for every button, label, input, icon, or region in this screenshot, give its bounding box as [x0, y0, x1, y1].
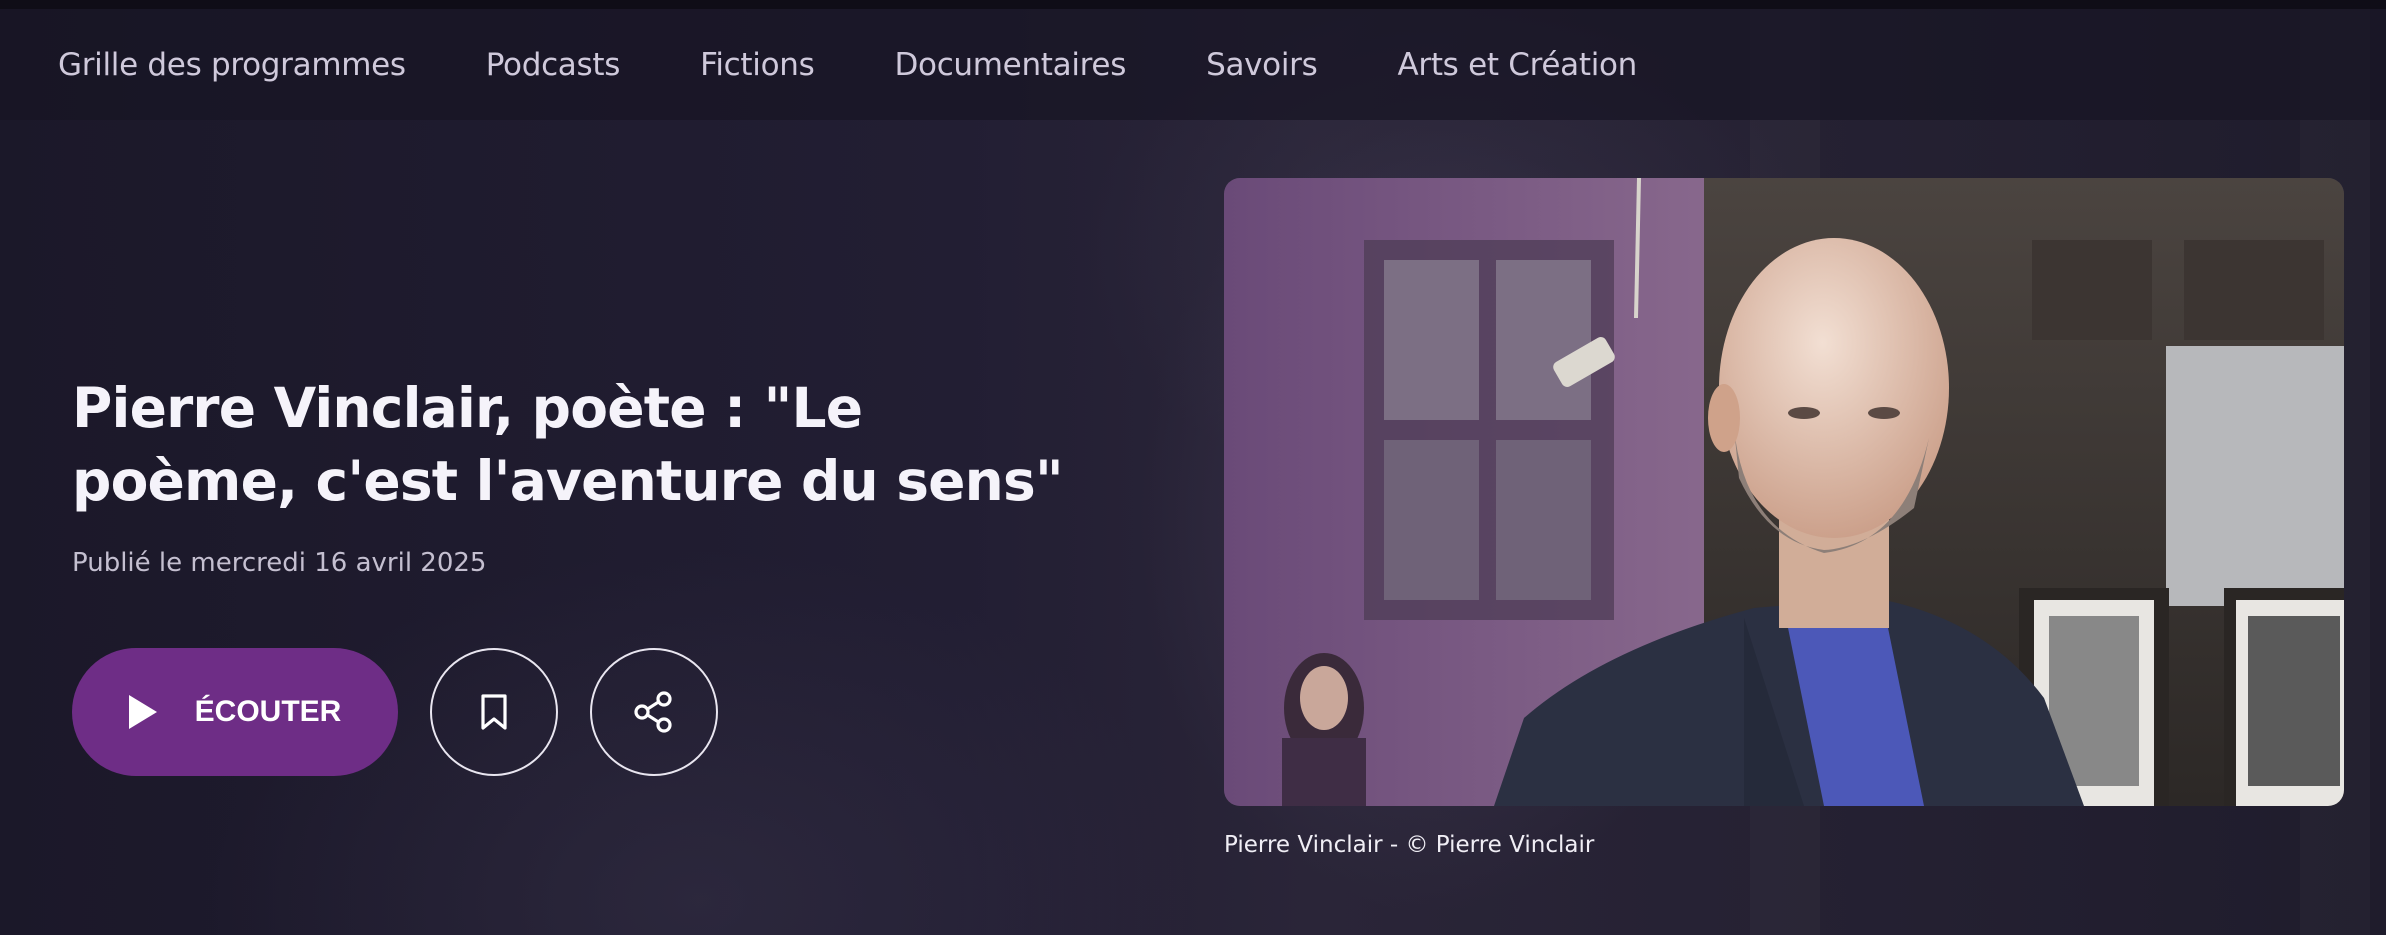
page-title-line-2: poème, c'est l'aventure du sens"	[72, 449, 1064, 513]
bookmark-icon	[481, 694, 507, 730]
listen-button-label: ÉCOUTER	[194, 695, 342, 728]
nav-item-podcasts[interactable]: Podcasts	[486, 47, 621, 83]
portrait-photo	[1224, 178, 2344, 806]
main-navigation: Grille des programmes Podcasts Fictions …	[0, 9, 2386, 120]
nav-item-savoirs[interactable]: Savoirs	[1206, 47, 1318, 83]
nav-item-documentaires[interactable]: Documentaires	[894, 47, 1126, 83]
listen-button[interactable]: ÉCOUTER	[72, 648, 398, 776]
page-title: Pierre Vinclair, poète : "Le poème, c'es…	[72, 372, 1152, 518]
top-border	[0, 0, 2386, 9]
nav-item-grille-des-programmes[interactable]: Grille des programmes	[58, 47, 406, 83]
nav-item-fictions[interactable]: Fictions	[700, 47, 815, 83]
share-icon	[634, 691, 672, 733]
action-bar: ÉCOUTER	[72, 648, 718, 776]
bookmark-button[interactable]	[430, 648, 558, 776]
nav-item-arts-et-creation[interactable]: Arts et Création	[1397, 47, 1637, 83]
photo-caption: Pierre Vinclair - © Pierre Vinclair	[1224, 832, 1595, 858]
page-title-line-1: Pierre Vinclair, poète : "Le	[72, 376, 863, 440]
publication-date: Publié le mercredi 16 avril 2025	[72, 548, 487, 578]
portrait-illustration	[1224, 178, 2344, 806]
play-icon	[128, 695, 157, 729]
share-button[interactable]	[590, 648, 718, 776]
article-header: Pierre Vinclair, poète : "Le poème, c'es…	[72, 372, 1152, 578]
